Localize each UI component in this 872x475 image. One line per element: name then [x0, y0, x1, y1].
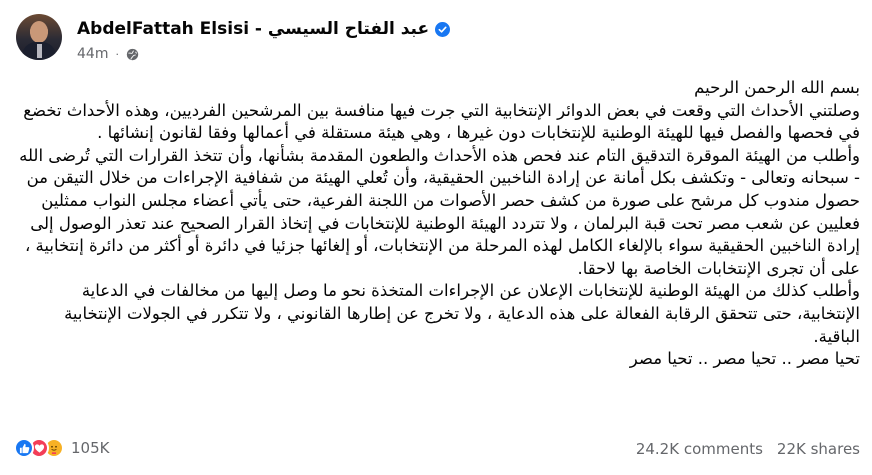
verified-badge-icon	[435, 21, 451, 37]
reaction-count: 105K	[71, 439, 110, 457]
post-paragraph-basmala: بسم الله الرحمن الرحيم	[694, 78, 860, 97]
author-name[interactable]: AbdelFattah Elsisi - عبد الفتاح السيسي	[77, 19, 429, 39]
profile-avatar[interactable]	[16, 14, 62, 60]
comments-count-link[interactable]: 24.2K comments	[636, 440, 763, 458]
post-paragraph-3: وأطلب كذلك من الهيئة الوطنية للإنتخابات …	[64, 281, 860, 346]
shares-count-link[interactable]: 22K shares	[777, 440, 860, 458]
like-icon	[14, 438, 34, 458]
post-body: بسم الله الرحمن الرحيم وصلتني الأحداث ال…	[14, 77, 860, 371]
post-paragraph-1: وصلتني الأحداث التي وقعت في بعض الدوائر …	[23, 100, 860, 143]
author-row: AbdelFattah Elsisi - عبد الفتاح السيسي	[77, 17, 451, 41]
engagement-stats: 24.2K comments 22K shares	[636, 440, 860, 458]
facebook-post: AbdelFattah Elsisi - عبد الفتاح السيسي 4…	[0, 0, 872, 475]
avatar-tie	[37, 44, 42, 58]
post-meta: 44m ·	[77, 46, 139, 62]
post-paragraph-closing: تحيا مصر .. تحيا مصر .. تحيا مصر	[629, 349, 860, 369]
avatar-face	[30, 21, 48, 43]
meta-separator: ·	[115, 47, 119, 61]
reactions-summary[interactable]: 105K	[14, 438, 109, 458]
post-paragraph-2: وأطلب من الهيئة الموقرة التدقيق التام عن…	[19, 145, 860, 278]
post-time[interactable]: 44m	[77, 46, 108, 62]
globe-icon[interactable]	[126, 48, 139, 61]
